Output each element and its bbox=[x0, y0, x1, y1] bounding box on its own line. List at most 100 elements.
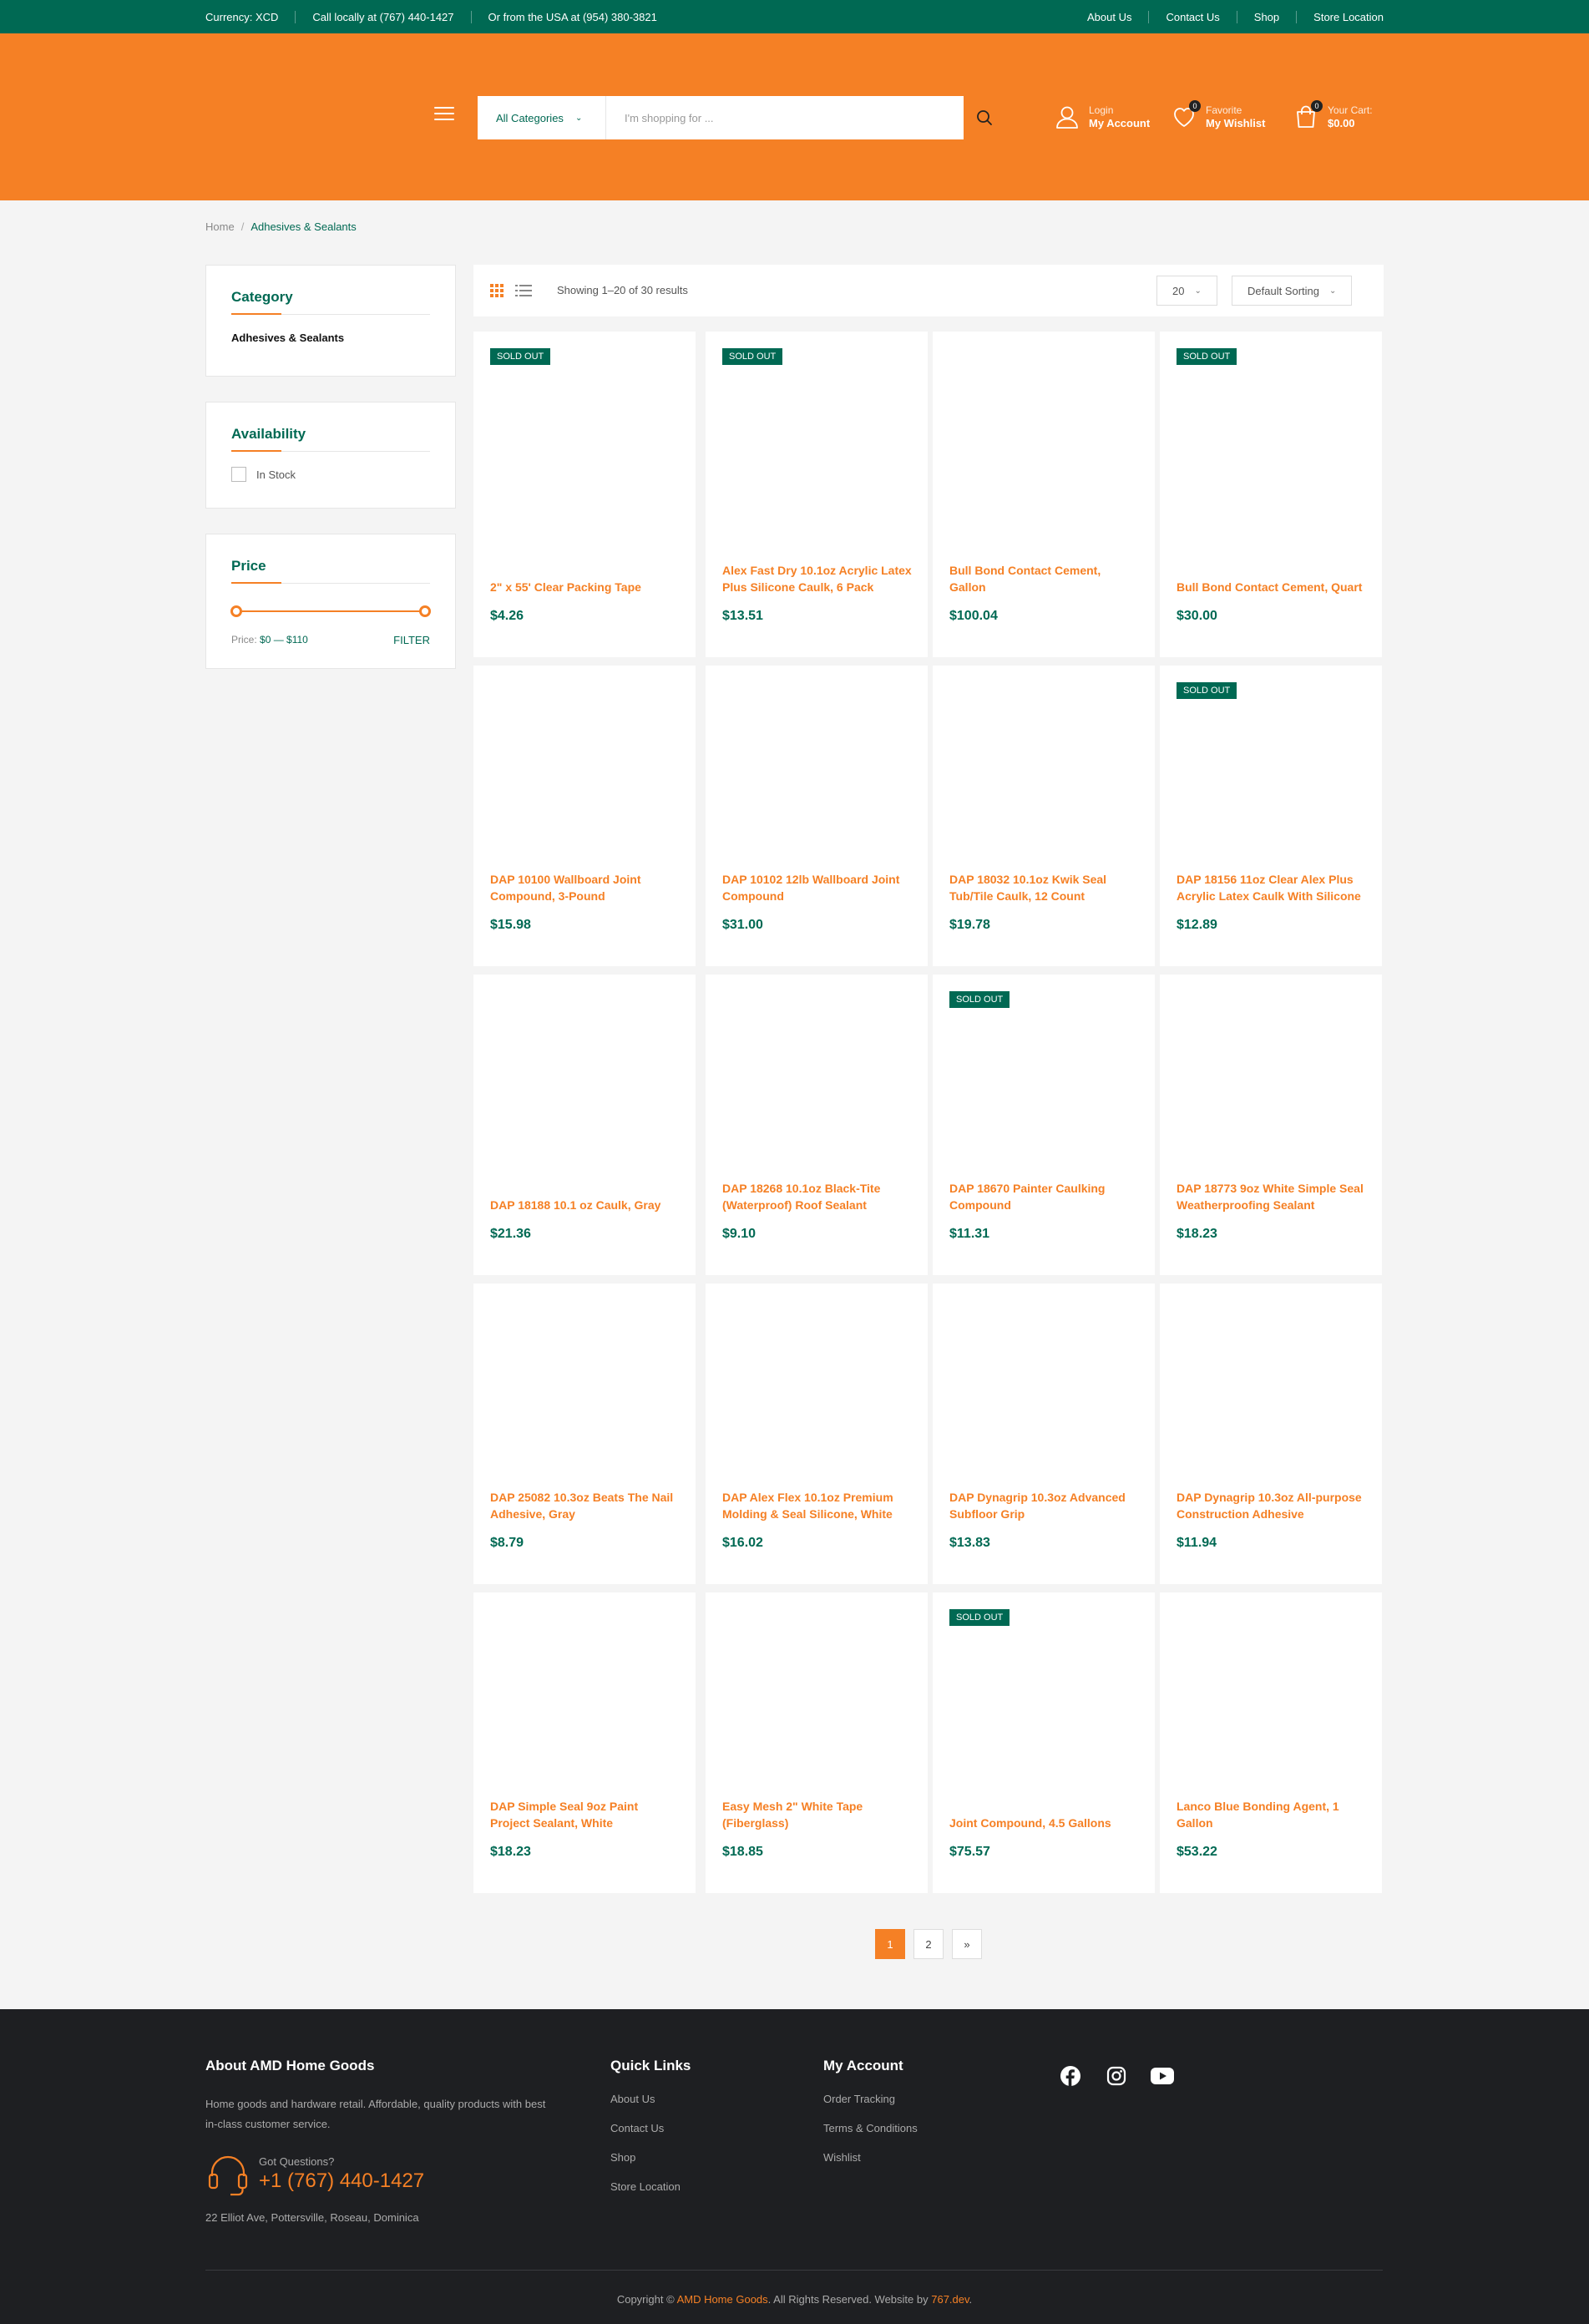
category-select[interactable]: All Categories ⌄ bbox=[478, 96, 606, 139]
sort-select[interactable]: Default Sorting ⌄ bbox=[1232, 276, 1353, 306]
copyright-prefix: Copyright © bbox=[616, 2293, 675, 2306]
main-header: All Categories ⌄ Login My Account 0 Favo… bbox=[0, 33, 1589, 200]
product-card[interactable]: DAP Dynagrip 10.3oz All-purpose Construc… bbox=[1160, 1284, 1382, 1584]
price-slider-max-handle[interactable] bbox=[419, 605, 431, 617]
wishlist-count-badge: 0 bbox=[1189, 100, 1201, 112]
wishlist-link[interactable]: 0 Favorite My Wishlist bbox=[1171, 100, 1265, 130]
in-stock-checkbox[interactable] bbox=[231, 467, 246, 482]
product-name[interactable]: DAP Simple Seal 9oz Paint Project Sealan… bbox=[490, 1798, 681, 1831]
price-range-slider[interactable] bbox=[230, 605, 431, 617]
product-card[interactable]: Bull Bond Contact Cement, Gallon $100.04 bbox=[933, 332, 1155, 657]
footer-link-contact-us[interactable]: Contact Us bbox=[610, 2122, 681, 2134]
facebook-icon[interactable] bbox=[1059, 2064, 1082, 2088]
product-name[interactable]: 2" x 55' Clear Packing Tape bbox=[490, 579, 681, 595]
filter-button[interactable]: FILTER bbox=[393, 634, 430, 646]
product-card[interactable]: DAP 18188 10.1 oz Caulk, Gray $21.36 bbox=[473, 975, 696, 1275]
product-price: $4.26 bbox=[490, 609, 524, 623]
developer-link[interactable]: 767.dev bbox=[931, 2293, 969, 2306]
product-card[interactable]: DAP 25082 10.3oz Beats The Nail Adhesive… bbox=[473, 1284, 696, 1584]
top-link-contact-us[interactable]: Contact Us bbox=[1148, 10, 1236, 23]
product-name[interactable]: DAP Alex Flex 10.1oz Premium Molding & S… bbox=[722, 1489, 913, 1522]
footer-quick-links: About Us Contact Us Shop Store Location bbox=[610, 2093, 681, 2210]
product-card[interactable]: SOLD OUT Alex Fast Dry 10.1oz Acrylic Lat… bbox=[706, 332, 928, 657]
product-name[interactable]: DAP 18268 10.1oz Black-Tite (Waterproof)… bbox=[722, 1180, 913, 1213]
copyright-brand-link[interactable]: AMD Home Goods bbox=[677, 2293, 768, 2306]
product-price: $11.31 bbox=[949, 1227, 990, 1241]
list-view-icon[interactable] bbox=[515, 284, 532, 297]
per-page-select[interactable]: 20 ⌄ bbox=[1156, 276, 1217, 306]
product-name[interactable]: DAP 18670 Painter Caulking Compound bbox=[949, 1180, 1140, 1213]
availability-widget-title: Availability bbox=[231, 426, 430, 452]
top-link-shop[interactable]: Shop bbox=[1236, 10, 1296, 23]
footer-link-store-location[interactable]: Store Location bbox=[610, 2180, 681, 2193]
footer-about-text: Home goods and hardware retail. Affordab… bbox=[205, 2098, 546, 2130]
search-icon bbox=[977, 110, 992, 125]
youtube-icon[interactable] bbox=[1151, 2064, 1174, 2088]
currency-selector[interactable]: Currency: XCD bbox=[205, 11, 295, 23]
footer-link-wishlist[interactable]: Wishlist bbox=[823, 2151, 918, 2164]
product-name[interactable]: DAP Dynagrip 10.3oz Advanced Subfloor Gr… bbox=[949, 1489, 1140, 1522]
product-name[interactable]: Bull Bond Contact Cement, Quart bbox=[1177, 579, 1367, 595]
product-name[interactable]: Lanco Blue Bonding Agent, 1 Gallon bbox=[1177, 1798, 1367, 1831]
in-stock-filter[interactable]: In Stock bbox=[231, 467, 430, 482]
footer-support: Got Questions? +1 (767) 440-1427 bbox=[205, 2151, 424, 2196]
product-card[interactable]: DAP Alex Flex 10.1oz Premium Molding & S… bbox=[706, 1284, 928, 1584]
product-card[interactable]: DAP Dynagrip 10.3oz Advanced Subfloor Gr… bbox=[933, 1284, 1155, 1584]
search-button[interactable] bbox=[964, 96, 1005, 139]
product-price: $12.89 bbox=[1177, 918, 1217, 932]
product-name[interactable]: DAP 18188 10.1 oz Caulk, Gray bbox=[490, 1197, 681, 1213]
top-link-store-location[interactable]: Store Location bbox=[1296, 10, 1384, 23]
product-card[interactable]: DAP 10100 Wallboard Joint Compound, 3-Po… bbox=[473, 666, 696, 966]
product-name[interactable]: Bull Bond Contact Cement, Gallon bbox=[949, 562, 1140, 595]
product-card[interactable]: Easy Mesh 2" White Tape (Fiberglass) $18.… bbox=[706, 1592, 928, 1893]
product-name[interactable]: DAP 25082 10.3oz Beats The Nail Adhesive… bbox=[490, 1489, 681, 1522]
product-name[interactable]: DAP 18032 10.1oz Kwik Seal Tub/Tile Caul… bbox=[949, 871, 1140, 904]
footer-link-terms[interactable]: Terms & Conditions bbox=[823, 2122, 918, 2134]
menu-icon[interactable] bbox=[434, 107, 454, 124]
page-2-button[interactable]: 2 bbox=[913, 1929, 944, 1959]
product-name[interactable]: DAP 10100 Wallboard Joint Compound, 3-Po… bbox=[490, 871, 681, 904]
search-input[interactable] bbox=[606, 96, 964, 139]
product-card[interactable]: DAP 18032 10.1oz Kwik Seal Tub/Tile Caul… bbox=[933, 666, 1155, 966]
footer-address: 22 Elliot Ave, Pottersville, Roseau, Dom… bbox=[205, 2211, 419, 2224]
product-card[interactable]: SOLD OUT Bull Bond Contact Cement, Quart $… bbox=[1160, 332, 1382, 657]
page-1-button[interactable]: 1 bbox=[875, 1929, 905, 1959]
breadcrumb-home[interactable]: Home bbox=[205, 220, 235, 233]
cart-small-label: Your Cart: bbox=[1328, 104, 1373, 116]
cart-link[interactable]: 0 Your Cart: $0.00 bbox=[1293, 100, 1373, 130]
product-card[interactable]: SOLD OUT DAP 18156 11oz Clear Alex Plus A… bbox=[1160, 666, 1382, 966]
product-name[interactable]: DAP 10102 12lb Wallboard Joint Compound bbox=[722, 871, 913, 904]
product-card[interactable]: DAP 18773 9oz White Simple Seal Weatherp… bbox=[1160, 975, 1382, 1275]
category-link-adhesives[interactable]: Adhesives & Sealants bbox=[231, 332, 430, 344]
product-card[interactable]: DAP Simple Seal 9oz Paint Project Sealan… bbox=[473, 1592, 696, 1893]
product-name[interactable]: Alex Fast Dry 10.1oz Acrylic Latex Plus … bbox=[722, 562, 913, 595]
product-card[interactable]: SOLD OUT Joint Compound, 4.5 Gallons $75.5… bbox=[933, 1592, 1155, 1893]
product-card[interactable]: DAP 10102 12lb Wallboard Joint Compound $… bbox=[706, 666, 928, 966]
product-card[interactable]: DAP 18268 10.1oz Black-Tite (Waterproof)… bbox=[706, 975, 928, 1275]
product-price: $8.79 bbox=[490, 1536, 524, 1550]
footer-link-order-tracking[interactable]: Order Tracking bbox=[823, 2093, 918, 2105]
footer-link-shop[interactable]: Shop bbox=[610, 2151, 681, 2164]
product-card[interactable]: SOLD OUT DAP 18670 Painter Caulking Compo… bbox=[933, 975, 1155, 1275]
next-page-button[interactable]: » bbox=[952, 1929, 982, 1959]
product-name[interactable]: DAP 18773 9oz White Simple Seal Weatherp… bbox=[1177, 1180, 1367, 1213]
price-range-text: Price: $0 — $110 bbox=[231, 634, 308, 646]
product-name[interactable]: DAP Dynagrip 10.3oz All-purpose Construc… bbox=[1177, 1489, 1367, 1522]
account-link[interactable]: Login My Account bbox=[1054, 104, 1150, 130]
price-label: Price: bbox=[231, 634, 257, 646]
product-name[interactable]: DAP 18156 11oz Clear Alex Plus Acrylic L… bbox=[1177, 871, 1367, 904]
chevron-down-icon: ⌄ bbox=[1329, 286, 1337, 296]
product-price: $11.94 bbox=[1177, 1536, 1217, 1550]
footer-link-about-us[interactable]: About Us bbox=[610, 2093, 681, 2105]
grid-view-icon[interactable] bbox=[490, 284, 504, 297]
instagram-icon[interactable] bbox=[1105, 2064, 1128, 2088]
product-card[interactable]: SOLD OUT 2" x 55' Clear Packing Tape $4.26 bbox=[473, 332, 696, 657]
product-name[interactable]: Easy Mesh 2" White Tape (Fiberglass) bbox=[722, 1798, 913, 1831]
footer-account-title: My Account bbox=[823, 2058, 903, 2073]
product-name[interactable]: Joint Compound, 4.5 Gallons bbox=[949, 1815, 1140, 1831]
footer-phone[interactable]: +1 (767) 440-1427 bbox=[259, 2170, 424, 2193]
top-link-about-us[interactable]: About Us bbox=[1070, 11, 1148, 23]
price-slider-min-handle[interactable] bbox=[230, 605, 242, 617]
product-card[interactable]: Lanco Blue Bonding Agent, 1 Gallon $53.22 bbox=[1160, 1592, 1382, 1893]
sold-out-badge: SOLD OUT bbox=[1177, 682, 1237, 699]
